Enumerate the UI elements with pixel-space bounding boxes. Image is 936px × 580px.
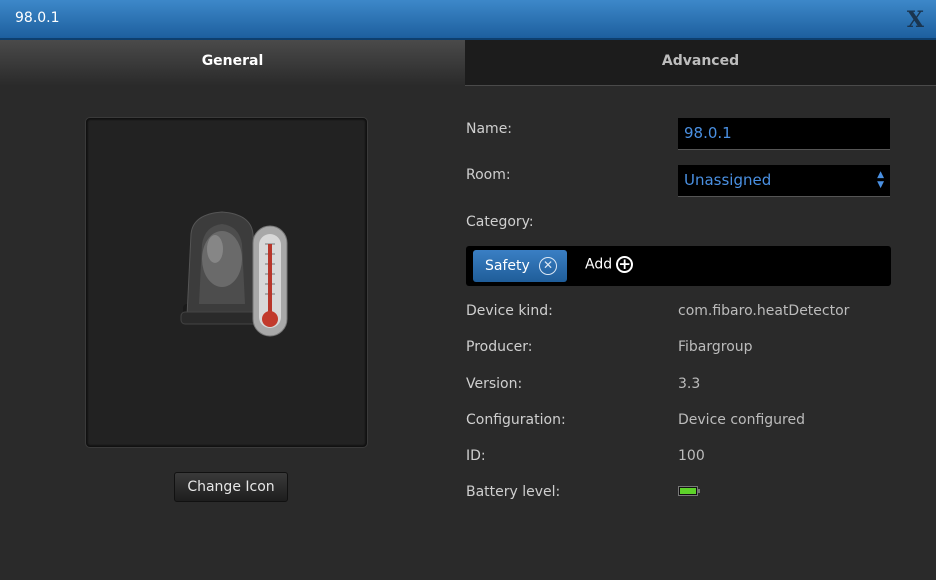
close-icon[interactable]: X [907, 7, 924, 33]
tab-advanced[interactable]: Advanced [465, 40, 936, 86]
device-kind-value: com.fibaro.heatDetector [678, 303, 850, 319]
tab-bar: General Advanced [0, 40, 936, 86]
plus-circle-icon: + [616, 256, 634, 273]
battery-tip [698, 489, 700, 493]
room-select[interactable]: Unassigned ▲ ▼ [678, 165, 890, 197]
heat-detector-icon [180, 211, 288, 337]
remove-icon[interactable]: ✕ [539, 257, 557, 275]
battery-level-label: Battery level: [466, 484, 561, 500]
device-kind-label: Device kind: [466, 303, 553, 319]
name-field[interactable] [678, 118, 890, 150]
producer-value: Fibargroup [678, 339, 753, 355]
window-titlebar: 98.0.1 X [0, 0, 936, 40]
category-label: Category: [466, 214, 534, 230]
change-icon-button[interactable]: Change Icon [174, 472, 288, 502]
room-select-value: Unassigned [684, 171, 772, 189]
battery-icon [678, 486, 700, 496]
category-chip-safety[interactable]: Safety ✕ [473, 250, 567, 282]
select-arrows-icon: ▲ ▼ [877, 170, 884, 190]
name-label: Name: [466, 121, 513, 137]
id-label: ID: [466, 448, 486, 464]
configuration-value: Device configured [678, 412, 805, 428]
producer-label: Producer: [466, 339, 533, 355]
add-label: Add [585, 256, 613, 273]
id-value: 100 [678, 448, 705, 464]
name-input[interactable] [684, 124, 879, 142]
add-category-button[interactable]: Add + [585, 256, 634, 273]
category-box: Safety ✕ Add + [466, 246, 891, 286]
version-label: Version: [466, 376, 523, 392]
version-value: 3.3 [678, 376, 701, 392]
device-icon-frame [86, 118, 367, 447]
battery-fill [680, 488, 696, 494]
window-title: 98.0.1 [15, 10, 60, 26]
configuration-label: Configuration: [466, 412, 566, 428]
category-chip-label: Safety [485, 258, 530, 274]
room-label: Room: [466, 167, 511, 183]
tab-general[interactable]: General [0, 40, 465, 86]
